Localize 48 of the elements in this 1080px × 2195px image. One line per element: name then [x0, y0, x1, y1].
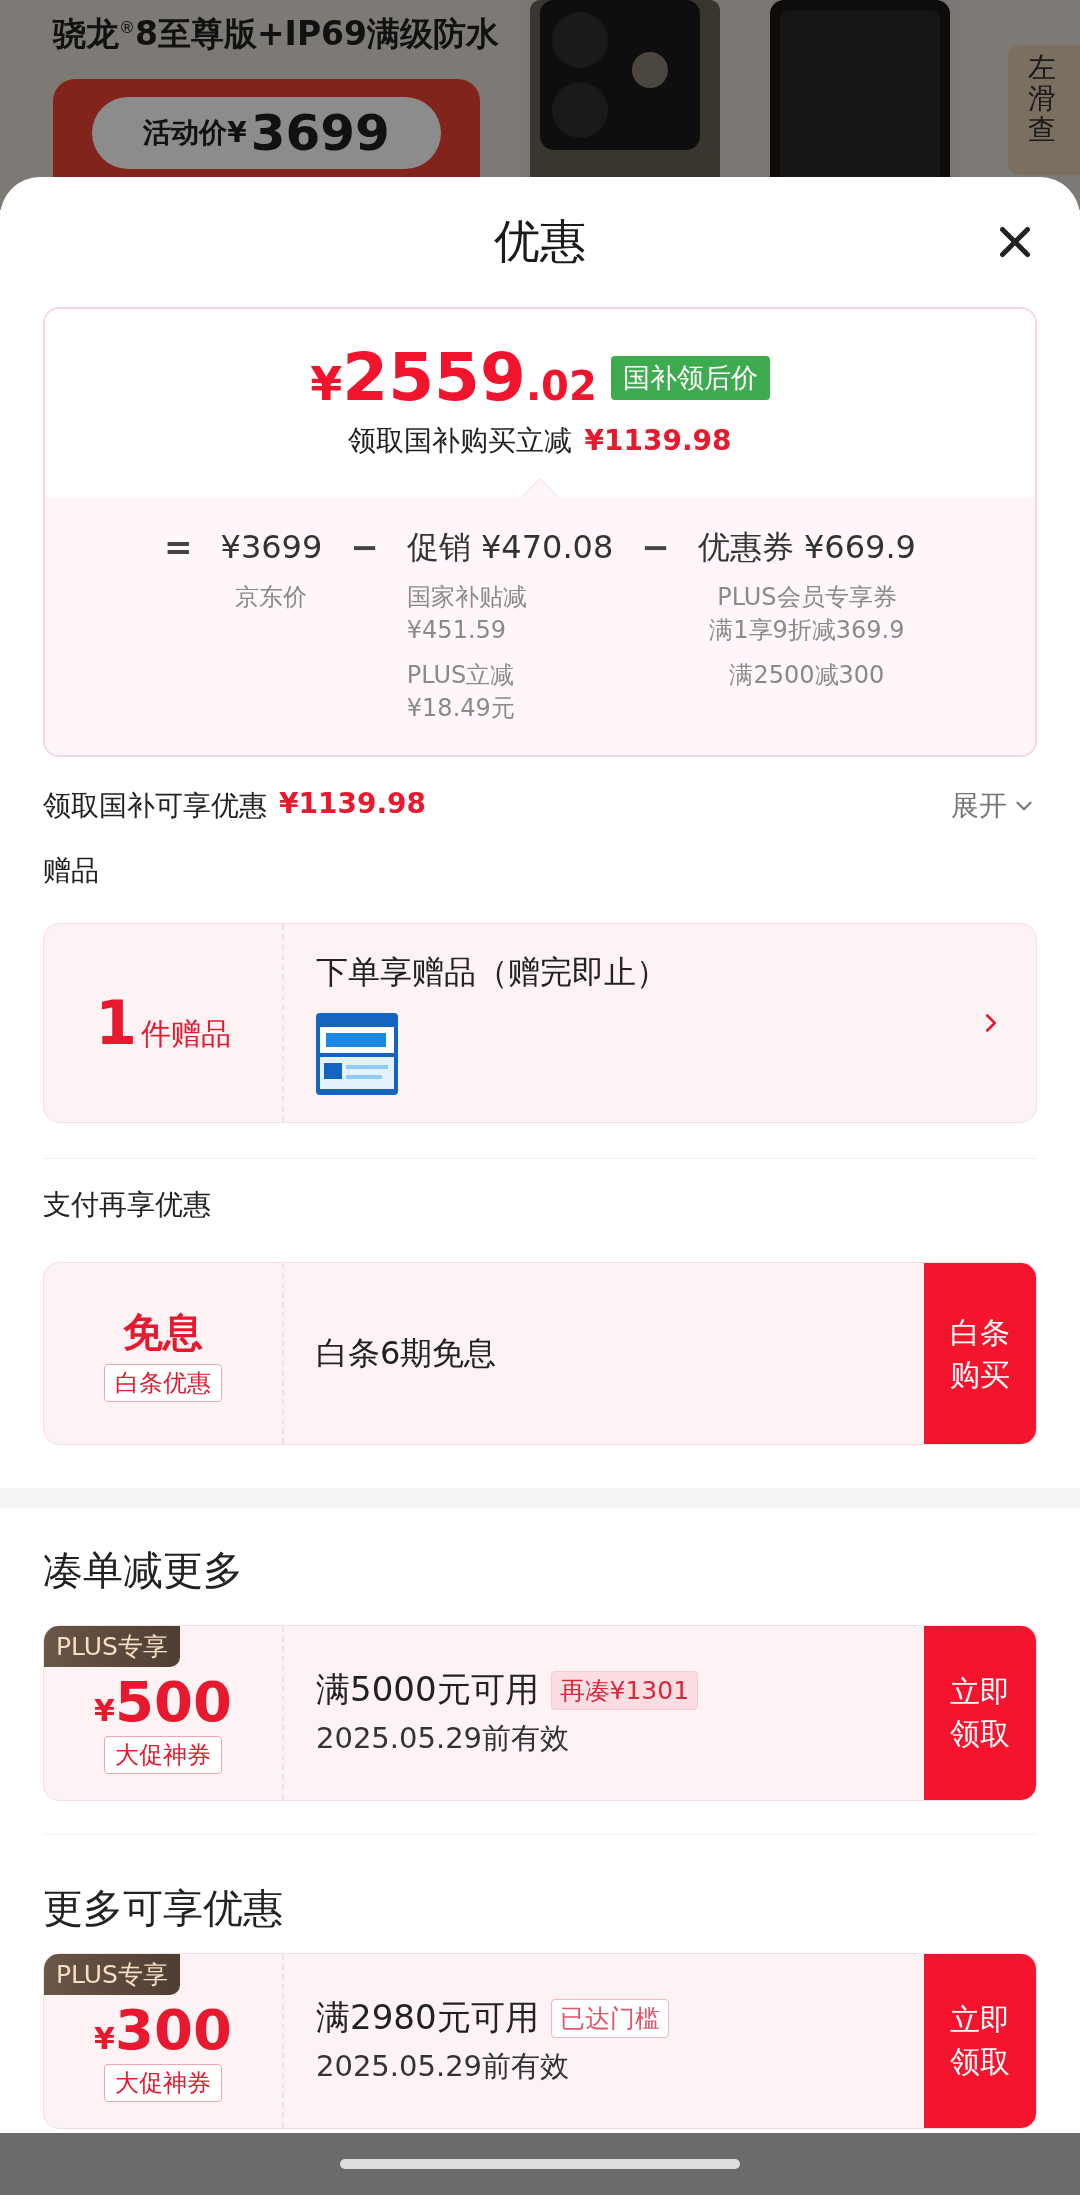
coupon-condition: 满2980元可用: [316, 1996, 539, 2039]
saving-label: 领取国补购买立减: [348, 423, 573, 459]
breakdown-amount: 促销 ¥470.08: [406, 527, 614, 568]
coupon-amount: ¥500: [94, 1672, 232, 1732]
product-headline: 骁龙$^{®}$8至尊版+IP69满级防水: [53, 13, 500, 55]
coupon-type: 大促神券: [104, 2064, 222, 2102]
coupon-tag: 已达门槛: [550, 1998, 669, 2038]
section-heading: 更多可享优惠: [43, 1884, 284, 1933]
price-value: 3699: [250, 104, 390, 162]
breakdown-note: 国家补贴减 ¥451.59: [406, 582, 527, 646]
breakdown-note: PLUS立减 ¥18.49元: [406, 660, 515, 724]
side-tab[interactable]: 左滑查: [1008, 45, 1080, 175]
plus-badge: PLUS专享: [44, 1626, 180, 1667]
sheet-title: 优惠: [494, 213, 586, 270]
coupon-condition: 满5000元可用: [316, 1668, 539, 1711]
payment-benefit: 免息: [123, 1308, 203, 1357]
coupon-type: 大促神券: [104, 1736, 222, 1774]
coupon-amount: ¥300: [94, 2000, 232, 2060]
buy-button[interactable]: 白条购买: [924, 1263, 1036, 1444]
coupon-tag: 再凑¥1301: [550, 1670, 699, 1710]
coupon-validity: 2025.05.29前有效: [316, 2048, 571, 2085]
summary-label: 领取国补可享优惠: [43, 788, 267, 824]
gift-card[interactable]: 1 件赠品 下单享赠品（赠完即止）: [43, 923, 1037, 1123]
summary-amount: ¥1139.98: [279, 787, 426, 822]
claim-button[interactable]: 立即领取: [924, 1626, 1036, 1800]
operator: =: [164, 526, 193, 569]
section-heading: 凑单减更多: [43, 1546, 244, 1595]
section-heading: 支付再享优惠: [43, 1187, 212, 1223]
expand-toggle[interactable]: 展开: [951, 787, 1037, 825]
saving-amount: ¥1139.98: [584, 424, 732, 457]
breakdown-note: PLUS会员专享券 满1享9折减369.9: [709, 582, 905, 646]
operator: −: [350, 526, 379, 569]
breakdown-amount: 优惠券 ¥669.9: [697, 527, 916, 568]
coupon-validity: 2025.05.29前有效: [316, 1720, 571, 1757]
final-price: ¥2559.02: [310, 339, 597, 416]
claim-button[interactable]: 立即领取: [924, 1954, 1036, 2128]
price-tag: 国补领后价: [610, 355, 770, 400]
section-heading: 赠品: [43, 853, 100, 889]
payment-title: 白条6期免息: [316, 1332, 498, 1374]
breakdown-note: 京东价: [235, 582, 308, 613]
breakdown-amount: ¥3699: [220, 527, 323, 568]
operator: −: [641, 526, 670, 569]
payment-tag: 白条优惠: [104, 1364, 222, 1402]
gift-count: 1 件赠品: [95, 988, 231, 1058]
breakdown-note: 满2500减300: [729, 660, 885, 691]
plus-badge: PLUS专享: [44, 1954, 180, 1995]
gift-title: 下单享赠品（赠完即止）: [316, 952, 669, 993]
price-label: 活动价¥: [143, 115, 247, 151]
